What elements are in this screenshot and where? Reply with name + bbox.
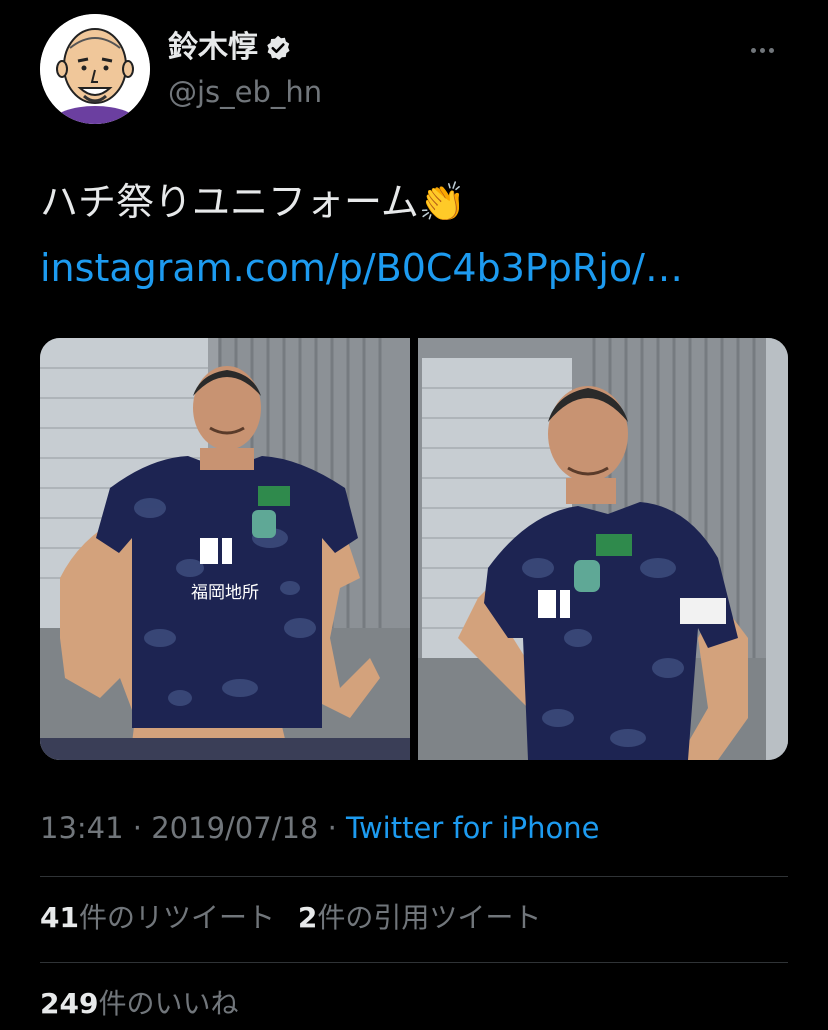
tweet-date[interactable]: 2019/07/18 — [151, 811, 318, 845]
display-name[interactable]: 鈴木惇 — [168, 30, 258, 66]
more-dot — [750, 47, 756, 53]
retweets-count: 41 — [40, 901, 79, 934]
quotes-label: 件の引用ツイート — [317, 901, 542, 934]
likes-label: 件のいいね — [98, 987, 239, 1020]
tweet-header: 鈴木惇 @js_eb_hn — [40, 14, 788, 126]
tweet-text: ハチ祭りユニフォーム👏 — [40, 180, 467, 224]
likes-stat[interactable]: 249件のいいね — [40, 987, 238, 1020]
avatar-illustration — [40, 14, 150, 124]
photo-1-sponsor-text: 福岡地所 — [191, 583, 259, 603]
tweet-meta: 13:41 · 2019/07/18 · Twitter for iPhone — [40, 808, 599, 848]
meta-separator: · — [123, 811, 152, 845]
verified-badge-icon — [264, 34, 292, 62]
divider — [40, 962, 788, 963]
quotes-stat[interactable]: 2件の引用ツイート — [298, 901, 542, 934]
likes-count: 249 — [40, 987, 99, 1020]
tweet-source[interactable]: Twitter for iPhone — [346, 811, 599, 845]
more-horizontal-icon[interactable] — [742, 38, 782, 62]
retweets-stat[interactable]: 41件のリツイート — [40, 901, 275, 934]
more-dot — [759, 47, 765, 53]
quotes-count: 2 — [297, 901, 318, 934]
tweet-time[interactable]: 13:41 — [40, 811, 124, 845]
stats-row-retweets: 41件のリツイート 2件の引用ツイート — [40, 898, 541, 938]
photo-2-image — [418, 338, 788, 760]
avatar[interactable] — [40, 14, 150, 124]
tweet-photo-2[interactable] — [418, 338, 788, 760]
tweet-media: 福岡地所 — [40, 338, 788, 760]
tweet-photo-1[interactable]: 福岡地所 — [40, 338, 410, 760]
user-handle[interactable]: @js_eb_hn — [168, 74, 322, 110]
name-row: 鈴木惇 — [168, 30, 292, 66]
tweet-link[interactable]: instagram.com/p/B0C4b3PpRjo/… — [40, 242, 788, 294]
divider — [40, 876, 788, 877]
photo-1-image: 福岡地所 — [40, 338, 410, 760]
retweets-label: 件のリツイート — [78, 901, 275, 934]
more-dot — [768, 47, 774, 53]
stats-row-likes: 249件のいいね — [40, 984, 238, 1024]
meta-separator: · — [318, 811, 347, 845]
